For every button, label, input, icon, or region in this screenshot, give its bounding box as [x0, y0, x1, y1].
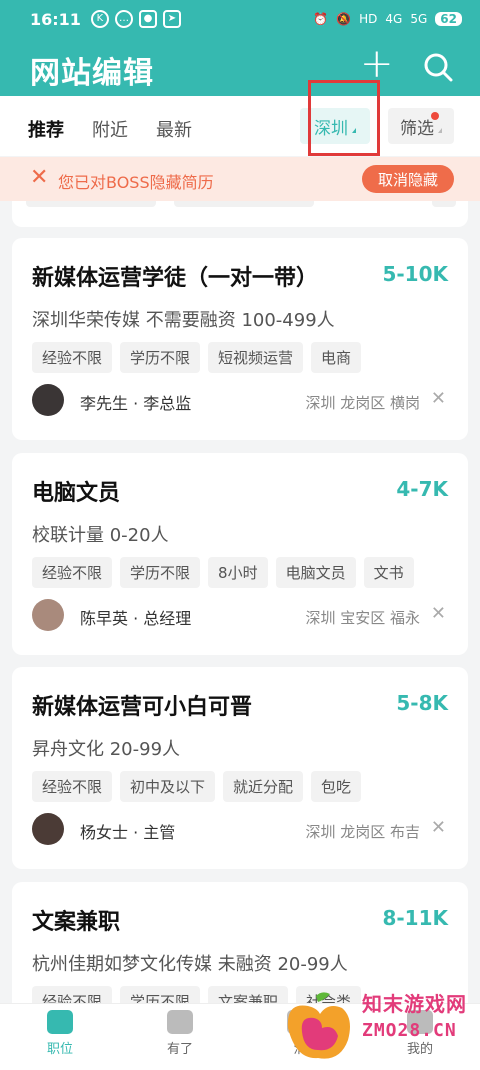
company-info: 深圳华荣传媒 不需要融资 100-499人 — [32, 310, 335, 331]
watermark-logo — [287, 992, 350, 1059]
4g-label: 4G — [385, 12, 403, 26]
job-title: 新媒体运营可小白可晋 — [32, 695, 253, 720]
close-icon[interactable]: ✕ — [431, 603, 446, 624]
book-icon — [167, 1010, 193, 1034]
filter-button[interactable]: 筛选 — [388, 108, 454, 144]
job-card[interactable]: 新媒体运营可小白可晋 5-8K 昇舟文化 20-99人 经验不限 初中及以下 就… — [12, 667, 468, 869]
job-title: 新媒体运营学徒（一对一带） — [32, 266, 319, 291]
notice-text: 您已对BOSS隐藏简历 — [58, 173, 214, 192]
job-card-partial[interactable] — [12, 201, 468, 227]
watermark-url: ZMO28.CN — [362, 1020, 457, 1041]
recruiter-name: 李先生 · 李总监 — [80, 394, 192, 413]
avatar — [32, 599, 64, 631]
unhide-button[interactable]: 取消隐藏 — [362, 165, 454, 193]
job-location: 深圳 龙岗区 布吉 — [305, 823, 420, 841]
job-location: 深圳 宝安区 福永 — [305, 609, 420, 627]
job-location: 深圳 龙岗区 横岗 — [305, 394, 420, 412]
job-salary: 5-8K — [396, 691, 448, 715]
nav-label: 职位 — [46, 1042, 73, 1057]
briefcase-icon — [47, 1010, 73, 1034]
job-title: 文案兼职 — [32, 910, 121, 935]
avatar — [32, 813, 64, 845]
close-icon[interactable]: ✕ — [431, 817, 446, 838]
close-icon[interactable]: ✕ — [431, 388, 446, 409]
tab-recommend[interactable]: 推荐 — [28, 116, 64, 142]
tag-stub — [26, 201, 156, 207]
company-info: 校联计量 0-20人 — [32, 525, 169, 546]
nav-youle[interactable]: 有了 — [150, 1010, 210, 1057]
job-tag: 电商 — [311, 342, 362, 373]
job-tag: 短视频运营 — [208, 342, 304, 373]
tab-nearby[interactable]: 附近 — [92, 116, 128, 142]
job-salary: 4-7K — [396, 477, 448, 501]
page-title: 网站编辑 — [30, 56, 154, 91]
job-tag: 电脑文员 — [275, 557, 356, 588]
triangle-icon — [438, 127, 442, 133]
job-tag: 学历不限 — [120, 557, 201, 588]
search-icon[interactable] — [423, 52, 453, 82]
job-tags: 经验不限 初中及以下 就近分配 包吃 — [32, 771, 362, 802]
job-card[interactable]: 新媒体运营学徒（一对一带） 5-10K 深圳华荣传媒 不需要融资 100-499… — [12, 238, 468, 440]
5g-label: 5G — [410, 12, 428, 26]
nav-label: 有了 — [166, 1042, 193, 1057]
close-icon[interactable]: ✕ — [30, 165, 48, 190]
company-info: 杭州佳期如梦文化传媒 未融资 20-99人 — [32, 954, 348, 975]
tag-stub — [174, 201, 314, 207]
job-salary: 5-10K — [382, 262, 448, 286]
job-card[interactable]: 电脑文员 4-7K 校联计量 0-20人 经验不限 学历不限 8小时 电脑文员 … — [12, 453, 468, 655]
recruiter-name: 陈早英 · 总经理 — [80, 609, 192, 628]
watermark: 知末游戏网 ZMO28.CN — [278, 982, 478, 1068]
job-tag: 初中及以下 — [120, 771, 216, 802]
watermark-text: 知末游戏网 — [362, 992, 467, 1016]
job-tag: 经验不限 — [32, 342, 113, 373]
status-right: ⏰ 🔕 HD 4G 5G 62 — [313, 12, 462, 26]
k-app-icon: K — [90, 10, 109, 28]
job-tags: 经验不限 学历不限 8小时 电脑文员 文书 — [32, 557, 414, 588]
recruiter-name: 杨女士 · 主管 — [80, 823, 176, 842]
app-icon: ● — [138, 10, 157, 28]
job-tag: 经验不限 — [32, 771, 113, 802]
job-tag: 学历不限 — [120, 342, 201, 373]
send-icon: ➤ — [162, 10, 181, 28]
mute-icon: 🔕 — [336, 12, 352, 26]
job-tag: 就近分配 — [223, 771, 304, 802]
status-bar: 16:11 K … ● ➤ ⏰ 🔕 HD 4G 5G 62 — [0, 0, 480, 38]
tab-latest[interactable]: 最新 — [156, 116, 192, 142]
hidden-resume-notice: ✕ 您已对BOSS隐藏简历 取消隐藏 — [0, 157, 480, 201]
job-tag: 包吃 — [311, 771, 362, 802]
notification-dot — [431, 112, 439, 120]
filter-label: 筛选 — [400, 118, 434, 139]
battery-icon: 62 — [435, 12, 462, 26]
chat-icon: … — [114, 10, 133, 28]
job-tag: 文书 — [363, 557, 414, 588]
company-info: 昇舟文化 20-99人 — [32, 739, 181, 760]
job-title: 电脑文员 — [32, 481, 121, 506]
avatar — [32, 384, 64, 416]
job-tags: 经验不限 学历不限 短视频运营 电商 — [32, 342, 362, 373]
status-time: 16:11 — [30, 9, 81, 29]
hd-label: HD — [359, 12, 378, 26]
alarm-icon: ⏰ — [313, 12, 329, 26]
highlight-annotation — [308, 80, 380, 156]
job-tag: 8小时 — [208, 557, 268, 588]
app-header: 网站编辑 + — [0, 38, 480, 96]
job-tag: 经验不限 — [32, 557, 113, 588]
tag-stub — [432, 201, 456, 207]
job-salary: 8-11K — [382, 906, 448, 930]
nav-jobs[interactable]: 职位 — [30, 1010, 90, 1057]
